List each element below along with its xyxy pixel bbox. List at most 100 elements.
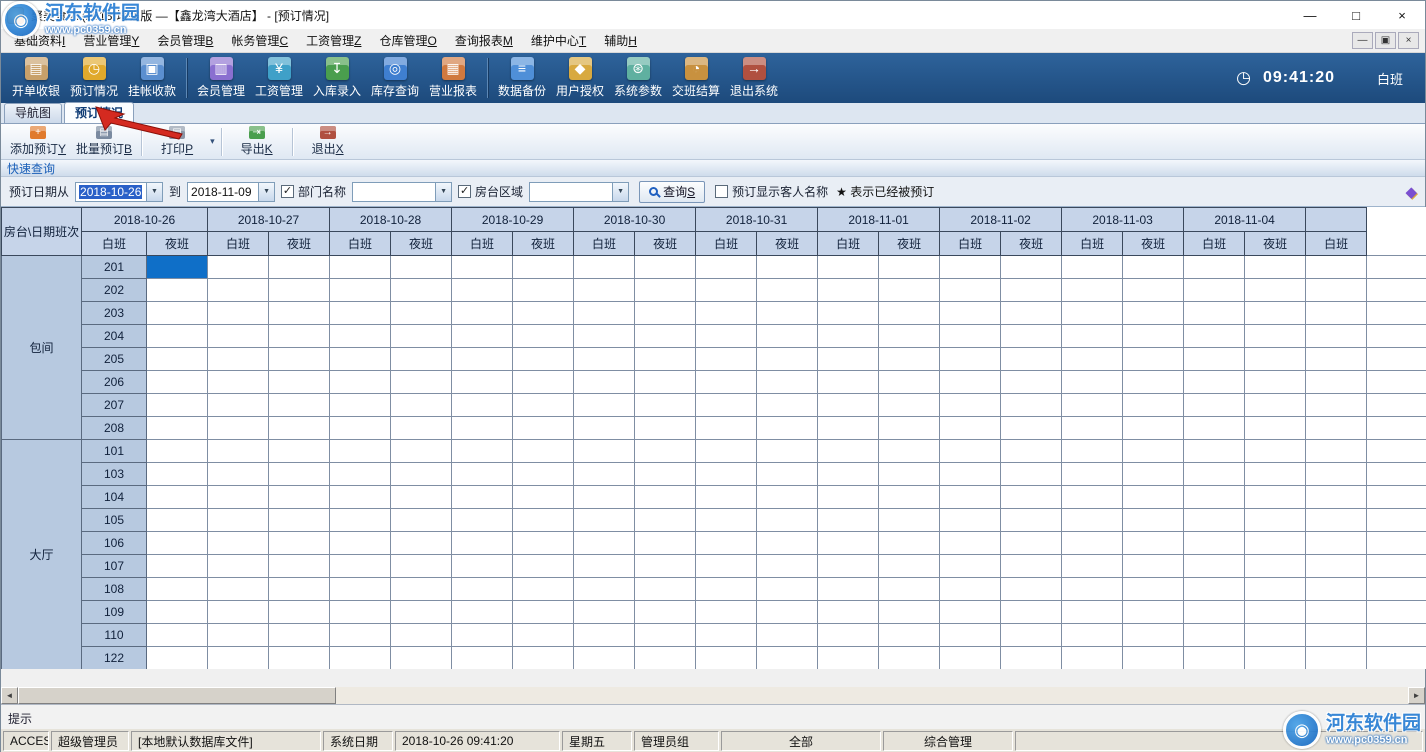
grid-slot-cell[interactable] — [879, 394, 940, 417]
grid-slot-cell[interactable] — [452, 624, 513, 647]
grid-slot-cell[interactable] — [1367, 486, 1426, 509]
grid-slot-cell[interactable] — [1123, 647, 1184, 670]
subtoolbar-button-export[interactable]: ⇥导出K — [226, 125, 288, 159]
grid-slot-cell[interactable] — [1245, 509, 1306, 532]
grid-slot-cell[interactable] — [1001, 348, 1062, 371]
grid-slot-cell[interactable] — [269, 532, 330, 555]
grid-slot-cell[interactable] — [574, 509, 635, 532]
grid-slot-cell[interactable] — [269, 647, 330, 670]
grid-slot-cell[interactable] — [391, 555, 452, 578]
grid-slot-cell[interactable] — [635, 394, 696, 417]
grid-slot-cell[interactable] — [879, 509, 940, 532]
grid-slot-cell[interactable] — [1001, 417, 1062, 440]
grid-slot-cell[interactable] — [1184, 325, 1245, 348]
grid-slot-cell[interactable] — [1001, 279, 1062, 302]
grid-slot-cell[interactable] — [879, 486, 940, 509]
grid-slot-cell[interactable] — [147, 417, 208, 440]
grid-slot-cell[interactable] — [1062, 279, 1123, 302]
grid-slot-cell[interactable] — [1306, 417, 1367, 440]
grid-slot-cell[interactable] — [757, 256, 818, 279]
grid-slot-cell[interactable] — [391, 578, 452, 601]
toolbar-button-billing-cashier[interactable]: ▤开单收银 — [7, 54, 65, 102]
grid-slot-cell[interactable] — [818, 601, 879, 624]
grid-slot-cell[interactable] — [1062, 509, 1123, 532]
grid-slot-cell[interactable] — [513, 578, 574, 601]
grid-slot-cell[interactable] — [1367, 555, 1426, 578]
grid-slot-cell[interactable] — [818, 325, 879, 348]
grid-slot-cell[interactable] — [330, 555, 391, 578]
grid-slot-cell[interactable] — [269, 302, 330, 325]
grid-slot-cell[interactable] — [208, 555, 269, 578]
grid-slot-cell[interactable] — [940, 578, 1001, 601]
grid-slot-cell[interactable] — [757, 647, 818, 670]
menu-item[interactable]: 帐务管理C — [222, 29, 297, 52]
grid-slot-cell[interactable] — [1245, 555, 1306, 578]
grid-slot-cell[interactable] — [635, 601, 696, 624]
grid-slot-cell[interactable] — [757, 417, 818, 440]
grid-slot-cell[interactable] — [1367, 601, 1426, 624]
chevron-down-icon[interactable]: ▼ — [435, 183, 451, 201]
grid-slot-cell[interactable] — [330, 578, 391, 601]
grid-slot-cell[interactable] — [1001, 325, 1062, 348]
grid-slot-cell[interactable] — [391, 279, 452, 302]
grid-slot-cell[interactable] — [1184, 394, 1245, 417]
grid-slot-cell[interactable] — [452, 578, 513, 601]
grid-slot-cell[interactable] — [879, 532, 940, 555]
grid-slot-cell[interactable] — [635, 532, 696, 555]
grid-slot-cell[interactable] — [330, 440, 391, 463]
menu-item[interactable]: 维护中心T — [522, 29, 595, 52]
grid-slot-cell[interactable] — [147, 555, 208, 578]
grid-slot-cell[interactable] — [1245, 348, 1306, 371]
grid-slot-cell[interactable] — [1062, 417, 1123, 440]
grid-slot-cell[interactable] — [940, 371, 1001, 394]
grid-slot-cell[interactable] — [330, 601, 391, 624]
grid-slot-cell[interactable] — [879, 463, 940, 486]
grid-slot-cell[interactable] — [1123, 578, 1184, 601]
grid-slot-cell[interactable] — [1062, 371, 1123, 394]
grid-slot-cell[interactable] — [1367, 256, 1426, 279]
grid-slot-cell[interactable] — [1123, 325, 1184, 348]
grid-slot-cell[interactable] — [940, 440, 1001, 463]
grid-slot-cell[interactable] — [940, 348, 1001, 371]
menu-item[interactable]: 营业管理Y — [74, 29, 148, 52]
grid-slot-cell[interactable] — [1306, 440, 1367, 463]
mdi-restore-button[interactable]: ▣ — [1375, 32, 1396, 49]
grid-slot-cell[interactable] — [1062, 302, 1123, 325]
grid-slot-cell[interactable] — [147, 486, 208, 509]
grid-slot-cell[interactable] — [513, 417, 574, 440]
grid-slot-cell[interactable] — [879, 371, 940, 394]
grid-slot-cell[interactable] — [696, 486, 757, 509]
grid-slot-cell[interactable] — [696, 371, 757, 394]
grid-slot-cell[interactable] — [269, 417, 330, 440]
grid-slot-cell[interactable] — [208, 486, 269, 509]
grid-slot-cell[interactable] — [269, 279, 330, 302]
grid-slot-cell[interactable] — [208, 647, 269, 670]
grid-slot-cell[interactable] — [635, 647, 696, 670]
toolbar-button-user-authorization[interactable]: ◆用户授权 — [551, 54, 609, 102]
grid-slot-cell[interactable] — [1184, 463, 1245, 486]
grid-slot-cell[interactable] — [1367, 348, 1426, 371]
grid-slot-cell[interactable] — [391, 601, 452, 624]
grid-slot-cell[interactable] — [574, 279, 635, 302]
grid-slot-cell[interactable] — [208, 463, 269, 486]
grid-slot-cell[interactable] — [1123, 256, 1184, 279]
grid-slot-cell[interactable] — [1062, 325, 1123, 348]
grid-slot-cell[interactable] — [1367, 394, 1426, 417]
grid-slot-cell[interactable] — [696, 440, 757, 463]
menu-item[interactable]: 查询报表M — [446, 29, 522, 52]
grid-slot-cell[interactable] — [696, 463, 757, 486]
grid-slot-cell[interactable] — [452, 486, 513, 509]
grid-slot-cell[interactable] — [757, 394, 818, 417]
grid-slot-cell[interactable] — [940, 647, 1001, 670]
grid-slot-cell[interactable] — [879, 647, 940, 670]
chevron-down-icon[interactable]: ▾ — [210, 136, 215, 147]
grid-slot-cell[interactable] — [452, 647, 513, 670]
grid-slot-cell[interactable] — [818, 509, 879, 532]
grid-slot-cell[interactable] — [208, 394, 269, 417]
grid-slot-cell[interactable] — [330, 348, 391, 371]
grid-slot-cell[interactable] — [1062, 394, 1123, 417]
grid-slot-cell[interactable] — [1123, 463, 1184, 486]
grid-slot-cell[interactable] — [696, 279, 757, 302]
grid-slot-cell[interactable] — [940, 532, 1001, 555]
grid-slot-cell[interactable] — [513, 463, 574, 486]
